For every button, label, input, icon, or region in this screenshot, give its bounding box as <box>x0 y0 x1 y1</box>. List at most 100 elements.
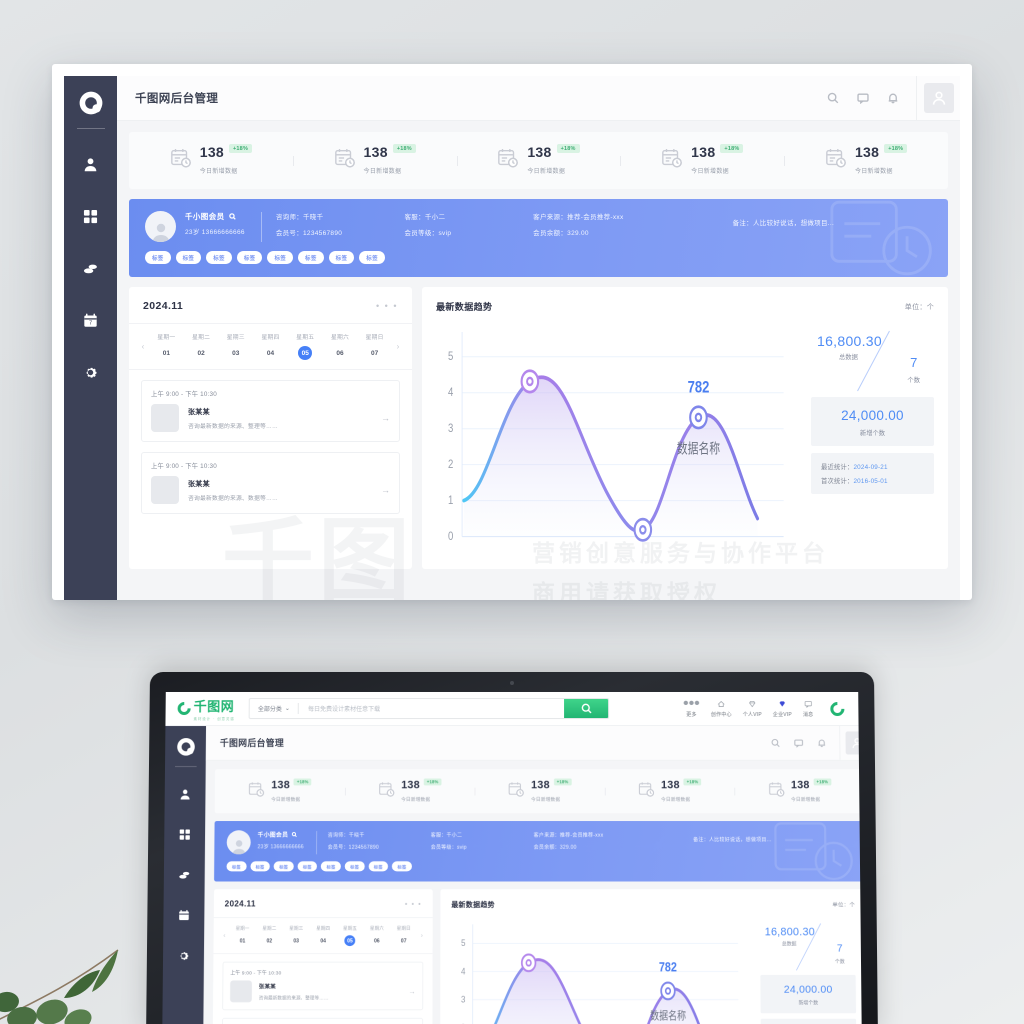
member-field: 会员号：1234567890 <box>275 230 343 237</box>
calendar-day[interactable]: 星期日 07 <box>390 924 417 946</box>
grid-icon <box>179 829 190 840</box>
messages-button[interactable] <box>787 738 810 747</box>
nav-item-personal-vip[interactable]: 个人VIP <box>743 699 762 718</box>
stat-label: 今日新增数据 <box>401 797 431 803</box>
sidebar-item-schedule[interactable] <box>171 902 198 928</box>
stat-card[interactable]: 138 +18% 今日新增数据 <box>475 778 605 804</box>
calendar-more-button[interactable]: • • • <box>376 301 398 311</box>
notifications-button[interactable] <box>878 92 908 104</box>
nav-item-enterprise-vip[interactable]: 企业VIP <box>772 699 792 718</box>
calendar-next-button[interactable]: › <box>392 342 404 351</box>
list-item[interactable]: 上午 9:00 - 下午 10:30 张某某 咨询最新数据的来源、整理等…… → <box>222 961 424 1011</box>
stat-card[interactable]: 138 +18% 今日新增数据 <box>215 778 345 804</box>
qitu-logo-icon[interactable] <box>176 737 196 757</box>
calendar-day[interactable]: 星期六 06 <box>323 332 358 360</box>
user-avatar-button[interactable] <box>916 76 960 120</box>
line-chart[interactable]: 0 1 2 3 4 5 <box>451 917 754 1024</box>
member-tag[interactable]: 标签 <box>206 251 232 264</box>
arrow-right-icon[interactable]: → <box>381 413 390 423</box>
line-chart[interactable]: 0 1 2 3 4 5 <box>436 323 801 559</box>
sidebar-item-finance[interactable] <box>74 251 108 285</box>
search-submit-button[interactable] <box>564 698 609 719</box>
calendar-more-button[interactable]: • • • <box>405 900 422 908</box>
arrow-right-icon[interactable]: → <box>408 987 415 995</box>
calendar-day[interactable]: 星期三 03 <box>283 924 310 946</box>
calendar-day[interactable]: 星期四 04 <box>253 332 288 360</box>
member-tag[interactable]: 标签 <box>226 861 247 872</box>
appointment-time: 上午 9:00 - 下午 10:30 <box>230 970 282 976</box>
stat-card[interactable]: 138 +18% 今日新增数据 <box>605 778 735 804</box>
stat-card[interactable]: 138 +18% 今日新增数据 <box>456 144 621 178</box>
calendar-day[interactable]: 星期六 06 <box>363 924 390 946</box>
member-tag[interactable]: 标签 <box>298 251 324 264</box>
search-button[interactable] <box>764 738 787 747</box>
member-tag[interactable]: 标签 <box>175 251 202 264</box>
search-icon <box>827 92 839 104</box>
member-tag[interactable]: 标签 <box>328 251 355 264</box>
calendar-clock-icon <box>768 781 785 802</box>
qitu-brand-logo[interactable]: 千图网 素材设计 · 创意灵感 <box>174 696 235 721</box>
member-tag[interactable]: 标签 <box>359 251 385 264</box>
calendar-next-button[interactable]: › <box>417 932 426 939</box>
arrow-right-icon[interactable]: → <box>381 485 390 495</box>
nav-item-messages[interactable]: 消息 <box>803 699 813 718</box>
calendar-day-selected[interactable]: 星期五 05 <box>288 332 323 360</box>
nav-item-more[interactable]: ••• 更多 <box>683 695 700 718</box>
sidebar-item-finance[interactable] <box>171 861 198 887</box>
site-search-bar[interactable]: 全部分类 ⌄ 每日免费设计素材任意下载 <box>248 697 610 720</box>
member-tag[interactable]: 标签 <box>273 861 294 872</box>
member-tag[interactable]: 标签 <box>392 861 412 872</box>
list-item[interactable]: 上午 9:00 - 下午 10:30 张某某 咨询最新数据的来源、整理等…… → <box>141 380 400 442</box>
new-label: 新增个数 <box>859 430 886 437</box>
qitu-ring-icon[interactable] <box>827 698 848 719</box>
stat-label: 今日新增数据 <box>691 168 729 175</box>
nav-label: 企业VIP <box>772 711 792 718</box>
calendar-day[interactable]: 星期四 04 <box>310 924 337 946</box>
sidebar-item-user[interactable] <box>74 147 108 181</box>
sidebar-item-dashboard[interactable] <box>172 821 198 847</box>
stat-card[interactable]: 138 +18% 今日新增数据 <box>292 144 457 178</box>
calendar-day[interactable]: 星期二 02 <box>184 332 219 360</box>
calendar-date: 04 <box>266 349 275 357</box>
member-tag[interactable]: 标签 <box>321 861 341 872</box>
category-dropdown[interactable]: 全部分类 ⌄ <box>250 704 298 713</box>
sidebar-item-settings[interactable] <box>170 942 197 969</box>
stat-card[interactable]: 138 +18% 今日新增数据 <box>784 144 948 178</box>
calendar-day[interactable]: 星期日 07 <box>357 332 392 360</box>
calendar-day[interactable]: 星期三 03 <box>218 332 253 360</box>
sidebar-divider <box>174 766 197 767</box>
calendar-day[interactable]: 星期二 02 <box>256 924 283 946</box>
member-tag[interactable]: 标签 <box>145 251 171 264</box>
search-input[interactable]: 每日免费设计素材任意下载 <box>299 704 564 713</box>
user-avatar-button[interactable] <box>839 726 862 760</box>
sidebar-item-schedule[interactable]: 7 <box>74 303 108 337</box>
chart-body: 0 1 2 3 4 5 782 数据名称 16,800.30 总数据 7 个数 … <box>436 323 934 559</box>
calendar-day[interactable]: 星期一 01 <box>229 924 256 946</box>
member-tag[interactable]: 标签 <box>267 251 294 264</box>
member-tag[interactable]: 标签 <box>368 861 389 872</box>
stat-card[interactable]: 138 +18% 今日新增数据 <box>735 778 862 804</box>
messages-button[interactable] <box>848 92 878 104</box>
stat-card[interactable]: 138 +18% 今日新增数据 <box>620 144 784 178</box>
search-button[interactable] <box>818 92 848 104</box>
member-tag[interactable]: 标签 <box>250 861 271 872</box>
member-tag[interactable]: 标签 <box>236 251 263 264</box>
calendar-prev-button[interactable]: ‹ <box>137 342 149 351</box>
qitu-logo-icon[interactable] <box>78 90 104 116</box>
list-item[interactable]: 上午 9:00 - 下午 10:30 张某某 咨询最新数据的来源、数据等…… → <box>141 452 400 514</box>
sidebar-item-user[interactable] <box>172 781 198 807</box>
calendar-prev-button[interactable]: ‹ <box>220 932 229 939</box>
list-item[interactable]: 上午 9:00 - 下午 10:30 张某某咨询最新数据的来源、数据等……→ <box>221 1018 424 1024</box>
sidebar-item-settings[interactable] <box>74 355 108 389</box>
stat-card[interactable]: 138 +18% 今日新增数据 <box>129 144 293 178</box>
member-tag[interactable]: 标签 <box>297 861 318 872</box>
calendar-day-selected[interactable]: 星期五 05 <box>337 924 364 947</box>
member-field: 客服：千小二 <box>430 832 463 839</box>
diamond-outline-icon <box>743 699 762 708</box>
notifications-button[interactable] <box>810 738 833 747</box>
member-tag[interactable]: 标签 <box>344 861 365 872</box>
calendar-day[interactable]: 星期一 01 <box>149 332 184 360</box>
stat-card[interactable]: 138 +18% 今日新增数据 <box>345 778 475 804</box>
sidebar-item-dashboard[interactable] <box>74 199 108 233</box>
nav-item-create-center[interactable]: 创作中心 <box>711 699 732 718</box>
